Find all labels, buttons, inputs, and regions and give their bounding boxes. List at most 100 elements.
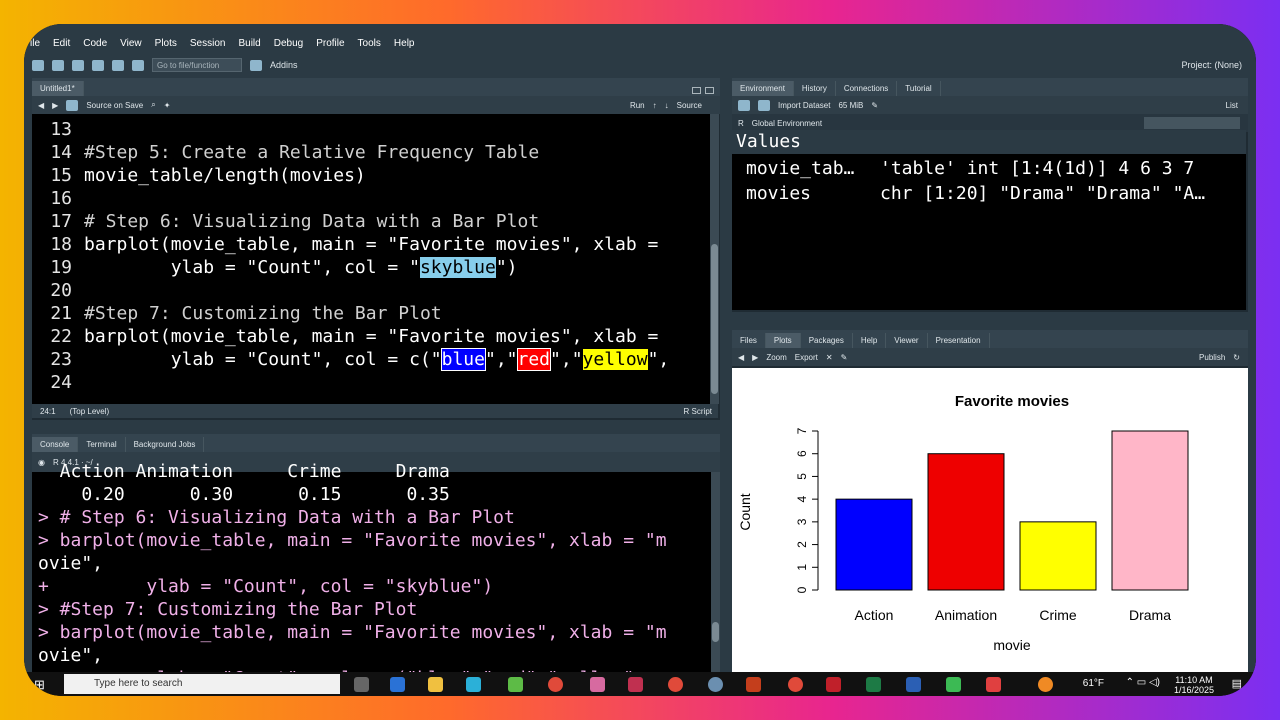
menu-7[interactable]: Debug	[274, 38, 303, 49]
console-line: + ylab = "Count", col = "skyblue")	[38, 576, 494, 597]
tab-background-jobs[interactable]: Background Jobs	[126, 437, 205, 452]
save-icon[interactable]	[66, 99, 79, 111]
next-plot-icon[interactable]: ▶	[752, 353, 758, 362]
clear-plots-icon[interactable]: ✎	[841, 353, 848, 362]
tab-terminal[interactable]: Terminal	[78, 437, 126, 452]
down-arrow-icon[interactable]: ↓	[665, 101, 669, 110]
addins-menu[interactable]: Addins	[270, 60, 298, 70]
tab-environment[interactable]: Environment	[732, 81, 794, 96]
line-number: 17	[50, 211, 72, 232]
environment-row[interactable]: movie_tab… 'table' int [1:4(1d)] 4 6 3 7	[732, 156, 1246, 181]
taskbar-search-input[interactable]: Type here to search	[64, 674, 340, 694]
menu-4[interactable]: Plots	[155, 38, 177, 49]
tab-presentation[interactable]: Presentation	[928, 333, 990, 348]
goto-file-input[interactable]: Go to file/function	[152, 58, 242, 72]
editor-scrollbar[interactable]	[710, 114, 719, 404]
scope-indicator[interactable]: (Top Level)	[70, 407, 110, 416]
new-project-icon[interactable]	[52, 59, 64, 71]
chrome-icon[interactable]	[788, 677, 803, 692]
chrome-icon[interactable]	[668, 677, 683, 692]
menu-1[interactable]: Edit	[53, 38, 70, 49]
tab-history[interactable]: History	[794, 81, 836, 96]
notifications-icon[interactable]: ▤	[1232, 677, 1242, 690]
wand-icon[interactable]: ✦	[164, 101, 171, 110]
menu-8[interactable]: Profile	[316, 38, 344, 49]
save-all-icon[interactable]	[112, 59, 124, 71]
edge-icon[interactable]	[466, 677, 481, 692]
source-button[interactable]: Source	[677, 101, 702, 110]
task-view-icon[interactable]	[354, 677, 369, 692]
system-tray-icons[interactable]: ⌃ ▭ ◁)	[1126, 677, 1160, 688]
environment-row[interactable]: movies chr [1:20] "Drama" "Drama" "A…	[732, 181, 1246, 206]
windows-start-icon[interactable]: ⊞	[34, 677, 45, 693]
powerpoint-icon[interactable]	[746, 677, 761, 692]
outlook-icon[interactable]	[390, 677, 405, 692]
menu-3[interactable]: View	[120, 38, 142, 49]
print-icon[interactable]	[132, 59, 144, 71]
publish-button[interactable]: Publish	[1199, 353, 1225, 362]
broom-icon[interactable]: ✎	[871, 101, 878, 110]
open-file-icon[interactable]	[72, 59, 84, 71]
environment-search-input[interactable]	[1144, 117, 1240, 129]
code-text: ")	[495, 257, 518, 278]
weather-icon[interactable]	[1038, 677, 1053, 692]
code-area[interactable]: 13 14 #Step 5: Create a Relative Frequency…	[32, 114, 718, 404]
menu-5[interactable]: Session	[190, 38, 226, 49]
menu-2[interactable]: Code	[83, 38, 107, 49]
tab-connections[interactable]: Connections	[836, 81, 898, 96]
grid-icon[interactable]	[250, 59, 262, 71]
language-menu[interactable]: R	[738, 119, 744, 128]
taskbar-clock[interactable]: 11:10 AM 1/16/2025	[1174, 675, 1214, 695]
refresh-icon[interactable]: ↻	[1233, 353, 1240, 362]
app-icon[interactable]	[946, 677, 961, 692]
line-number: 24	[50, 372, 72, 393]
export-menu[interactable]: Export	[795, 353, 818, 362]
editor-tabs: Untitled1*	[32, 78, 720, 96]
source-on-save-checkbox[interactable]: Source on Save	[86, 101, 143, 110]
save-workspace-icon[interactable]	[758, 99, 770, 111]
app-icon[interactable]	[590, 677, 605, 692]
menu-9[interactable]: Tools	[358, 38, 381, 49]
app-icon[interactable]	[628, 677, 643, 692]
tab-viewer[interactable]: Viewer	[886, 333, 928, 348]
remove-plot-icon[interactable]: ✕	[826, 353, 833, 362]
menu-0[interactable]: ile	[30, 38, 40, 49]
search-icon[interactable]: ⌕	[151, 100, 155, 110]
tab-files[interactable]: Files	[732, 333, 766, 348]
tab-untitled1[interactable]: Untitled1*	[32, 81, 84, 96]
zoom-button[interactable]: Zoom	[766, 353, 786, 362]
tab-console[interactable]: Console	[32, 437, 79, 452]
file-type-menu[interactable]: R Script	[684, 407, 712, 416]
tab-tutorial[interactable]: Tutorial	[897, 81, 941, 96]
chrome-icon[interactable]	[548, 677, 563, 692]
list-view-menu[interactable]: List	[1226, 101, 1238, 110]
scope-menu[interactable]: Global Environment	[752, 119, 822, 128]
pane-window-controls[interactable]	[688, 87, 714, 96]
excel-icon[interactable]	[866, 677, 881, 692]
new-file-icon[interactable]	[32, 59, 44, 71]
menu-6[interactable]: Build	[238, 38, 260, 49]
tab-packages[interactable]: Packages	[801, 333, 853, 348]
pdf-icon[interactable]	[826, 677, 841, 692]
back-arrow-icon[interactable]: ◀	[38, 101, 44, 110]
run-button[interactable]: Run	[630, 101, 645, 110]
console-output[interactable]: Action Animation Crime Drama 0.20 0.30 0…	[32, 461, 718, 672]
app-icon[interactable]	[986, 677, 1001, 692]
forward-arrow-icon[interactable]: ▶	[52, 101, 58, 110]
up-arrow-icon[interactable]: ↑	[653, 101, 657, 110]
project-menu[interactable]: Project: (None)	[1181, 60, 1242, 70]
file-explorer-icon[interactable]	[428, 677, 443, 692]
load-workspace-icon[interactable]	[738, 99, 750, 111]
console-scrollbar[interactable]	[711, 472, 720, 672]
memory-usage[interactable]: 65 MiB	[838, 101, 863, 110]
save-icon[interactable]	[92, 59, 104, 71]
tab-plots[interactable]: Plots	[765, 333, 801, 348]
rstudio-icon[interactable]	[708, 677, 723, 692]
prev-plot-icon[interactable]: ◀	[738, 353, 744, 362]
tab-help[interactable]: Help	[853, 333, 887, 348]
app-icon[interactable]	[508, 677, 523, 692]
menu-10[interactable]: Help	[394, 38, 415, 49]
weather-temp[interactable]: 61°F	[1083, 678, 1104, 689]
word-icon[interactable]	[906, 677, 921, 692]
import-dataset-menu[interactable]: Import Dataset	[778, 101, 830, 110]
